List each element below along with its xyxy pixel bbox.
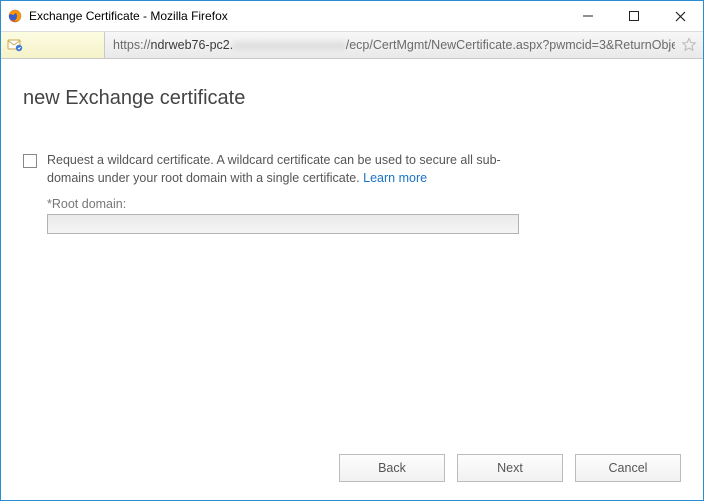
- address-bar: https://ndrweb76-pc2.xxxxxxxxxxxxxxxxxx/…: [1, 31, 703, 59]
- wildcard-description: Request a wildcard certificate. A wildca…: [47, 152, 522, 187]
- page-title: new Exchange certificate: [23, 87, 681, 110]
- titlebar: Exchange Certificate - Mozilla Firefox: [1, 1, 703, 31]
- url-path: /ecp/CertMgmt/NewCertificate.aspx?pwmcid…: [346, 38, 675, 52]
- mail-cert-icon: [7, 37, 23, 53]
- window-controls: [565, 1, 703, 31]
- maximize-button[interactable]: [611, 1, 657, 31]
- url-input[interactable]: https://ndrweb76-pc2.xxxxxxxxxxxxxxxxxx/…: [105, 32, 675, 58]
- learn-more-link[interactable]: Learn more: [363, 171, 427, 185]
- bookmark-star-icon[interactable]: [675, 32, 703, 58]
- wizard-buttons: Back Next Cancel: [339, 454, 681, 482]
- back-button[interactable]: Back: [339, 454, 445, 482]
- page-content: new Exchange certificate Request a wildc…: [1, 59, 703, 500]
- url-scheme: https://: [113, 38, 151, 52]
- url-host-blur: xxxxxxxxxxxxxxxxxx: [233, 38, 346, 52]
- firefox-icon: [7, 8, 23, 24]
- window-title: Exchange Certificate - Mozilla Firefox: [29, 9, 565, 23]
- site-identity-box[interactable]: [1, 32, 105, 58]
- wildcard-option-row: Request a wildcard certificate. A wildca…: [23, 152, 681, 187]
- cancel-button[interactable]: Cancel: [575, 454, 681, 482]
- close-button[interactable]: [657, 1, 703, 31]
- root-domain-label: *Root domain:: [47, 197, 681, 211]
- root-domain-input[interactable]: [47, 214, 519, 234]
- next-button[interactable]: Next: [457, 454, 563, 482]
- wildcard-description-text: Request a wildcard certificate. A wildca…: [47, 153, 501, 185]
- url-host: ndrweb76-pc2.: [151, 38, 234, 52]
- wildcard-checkbox[interactable]: [23, 154, 37, 168]
- window-frame: Exchange Certificate - Mozilla Firefox: [0, 0, 704, 501]
- minimize-button[interactable]: [565, 1, 611, 31]
